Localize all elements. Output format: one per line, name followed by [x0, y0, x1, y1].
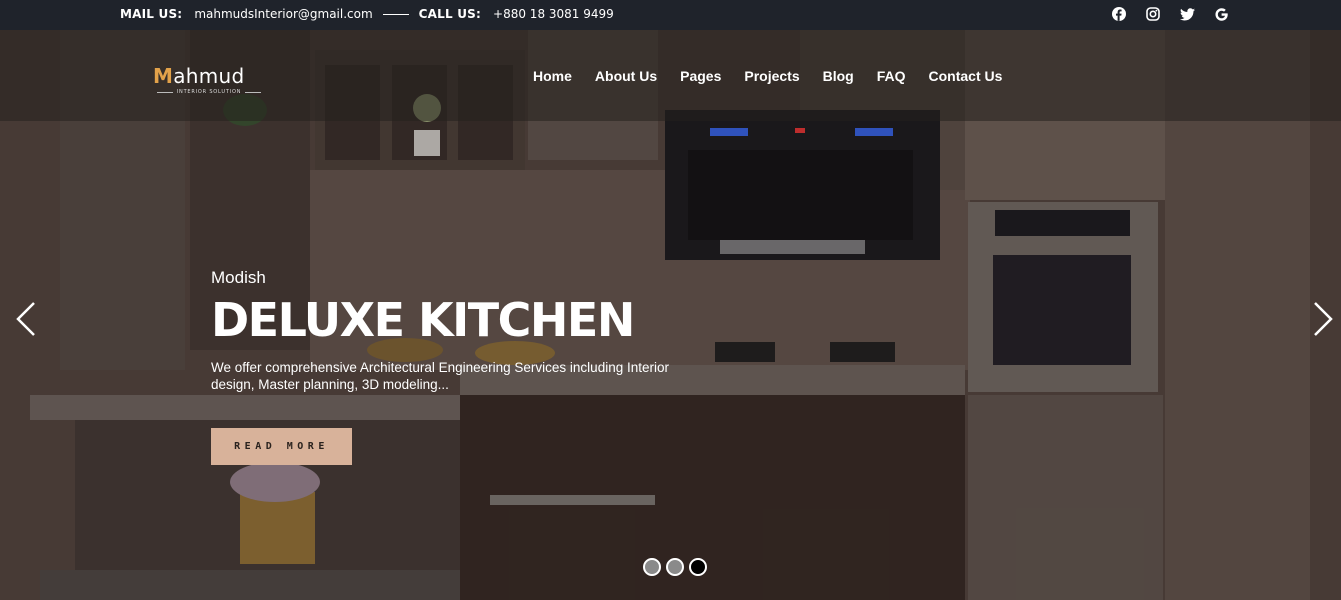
nav-blog[interactable]: Blog	[823, 68, 854, 84]
divider	[382, 13, 409, 15]
nav-home[interactable]: Home	[533, 68, 572, 84]
carousel-dot-2[interactable]	[666, 558, 684, 576]
main-nav: Home About Us Pages Projects Blog FAQ Co…	[533, 68, 1025, 84]
social-links	[1111, 6, 1229, 22]
top-bar: MAIL US: mahmudsInterior@gmail.com CALL …	[0, 0, 1341, 30]
call-label: CALL US:	[418, 7, 482, 21]
logo-wordmark: Mahmud	[153, 64, 245, 88]
phone-link[interactable]: +880 18 3081 9499	[493, 7, 614, 21]
next-slide-arrow[interactable]	[1311, 300, 1335, 338]
carousel-dot-3[interactable]	[689, 558, 707, 576]
nav-projects[interactable]: Projects	[744, 68, 799, 84]
carousel-dot-1[interactable]	[643, 558, 661, 576]
facebook-icon[interactable]	[1111, 6, 1127, 22]
site-header: Mahmud INTERIOR SOLUTION Home About Us P…	[0, 30, 1341, 121]
mail-label: MAIL US:	[120, 7, 183, 21]
nav-contact-us[interactable]: Contact Us	[929, 68, 1003, 84]
instagram-icon[interactable]	[1145, 6, 1161, 22]
mail-link[interactable]: mahmudsInterior@gmail.com	[194, 7, 372, 21]
site-logo[interactable]: Mahmud INTERIOR SOLUTION	[153, 64, 265, 98]
slide-eyebrow: Modish	[211, 268, 266, 287]
chevron-left-icon	[16, 302, 35, 336]
nav-about-us[interactable]: About Us	[595, 68, 657, 84]
previous-slide-arrow[interactable]	[14, 300, 38, 338]
logo-tagline: INTERIOR SOLUTION	[157, 89, 261, 95]
carousel-dots	[643, 558, 707, 576]
slide-headline: DELUXE KITCHEN	[211, 293, 635, 347]
hero-slider: Mahmud INTERIOR SOLUTION Home About Us P…	[0, 30, 1341, 600]
nav-faq[interactable]: FAQ	[877, 68, 906, 84]
chevron-right-icon	[1314, 302, 1333, 336]
slide-description: We offer comprehensive Architectural Eng…	[211, 360, 669, 392]
nav-pages[interactable]: Pages	[680, 68, 721, 84]
google-icon[interactable]	[1213, 6, 1229, 22]
slide-caption: Modish DELUXE KITCHEN We offer comprehen…	[211, 268, 691, 393]
contact-info: MAIL US: mahmudsInterior@gmail.com CALL …	[120, 7, 614, 21]
read-more-button[interactable]: READ MORE	[211, 428, 352, 465]
twitter-icon[interactable]	[1179, 6, 1195, 22]
